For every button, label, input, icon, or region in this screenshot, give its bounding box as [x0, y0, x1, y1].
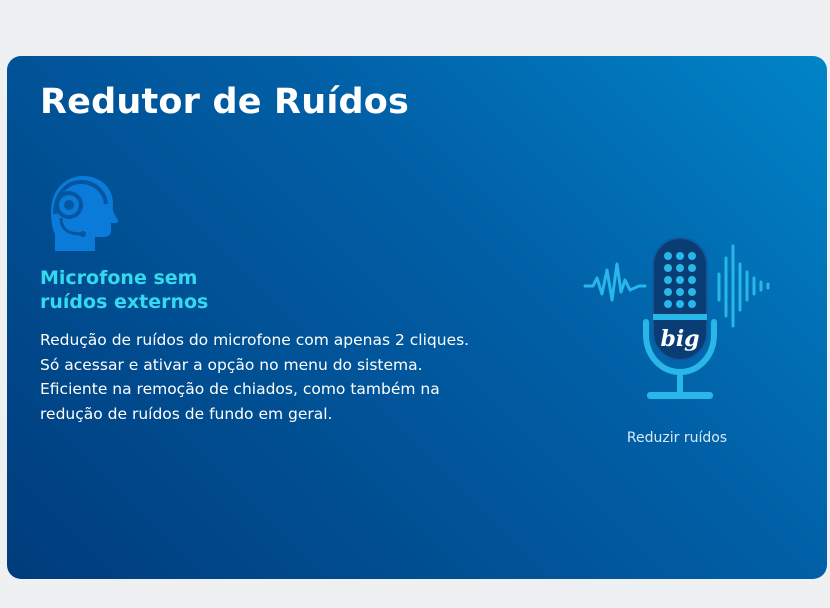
- description-line: Redução de ruídos do microfone com apena…: [40, 331, 470, 349]
- description-line: Eficiente na remoção de chiados, como ta…: [40, 380, 440, 398]
- feature-subtitle-line2: ruídos externos: [40, 291, 209, 313]
- feature-subtitle-line1: Microfone sem: [40, 267, 198, 289]
- description-line: Só acessar e ativar a opção no menu do s…: [40, 355, 423, 374]
- feature-subtitle: Microfone sem ruídos externos: [40, 266, 340, 314]
- feature-description: Redução de ruídos do microfone com apena…: [40, 328, 520, 426]
- mic-caption: Reduzir ruídos: [626, 430, 728, 446]
- feature-card: Redutor de Ruídos Microfone sem ruídos e…: [7, 56, 827, 579]
- head-headphones-icon: [51, 176, 119, 251]
- microphone-soundwave-icon: big: [583, 237, 770, 399]
- page-title: Redutor de Ruídos: [40, 82, 410, 122]
- mic-badge-text: big: [660, 326, 699, 352]
- description-line: redução de ruídos de fundo em geral.: [40, 404, 333, 423]
